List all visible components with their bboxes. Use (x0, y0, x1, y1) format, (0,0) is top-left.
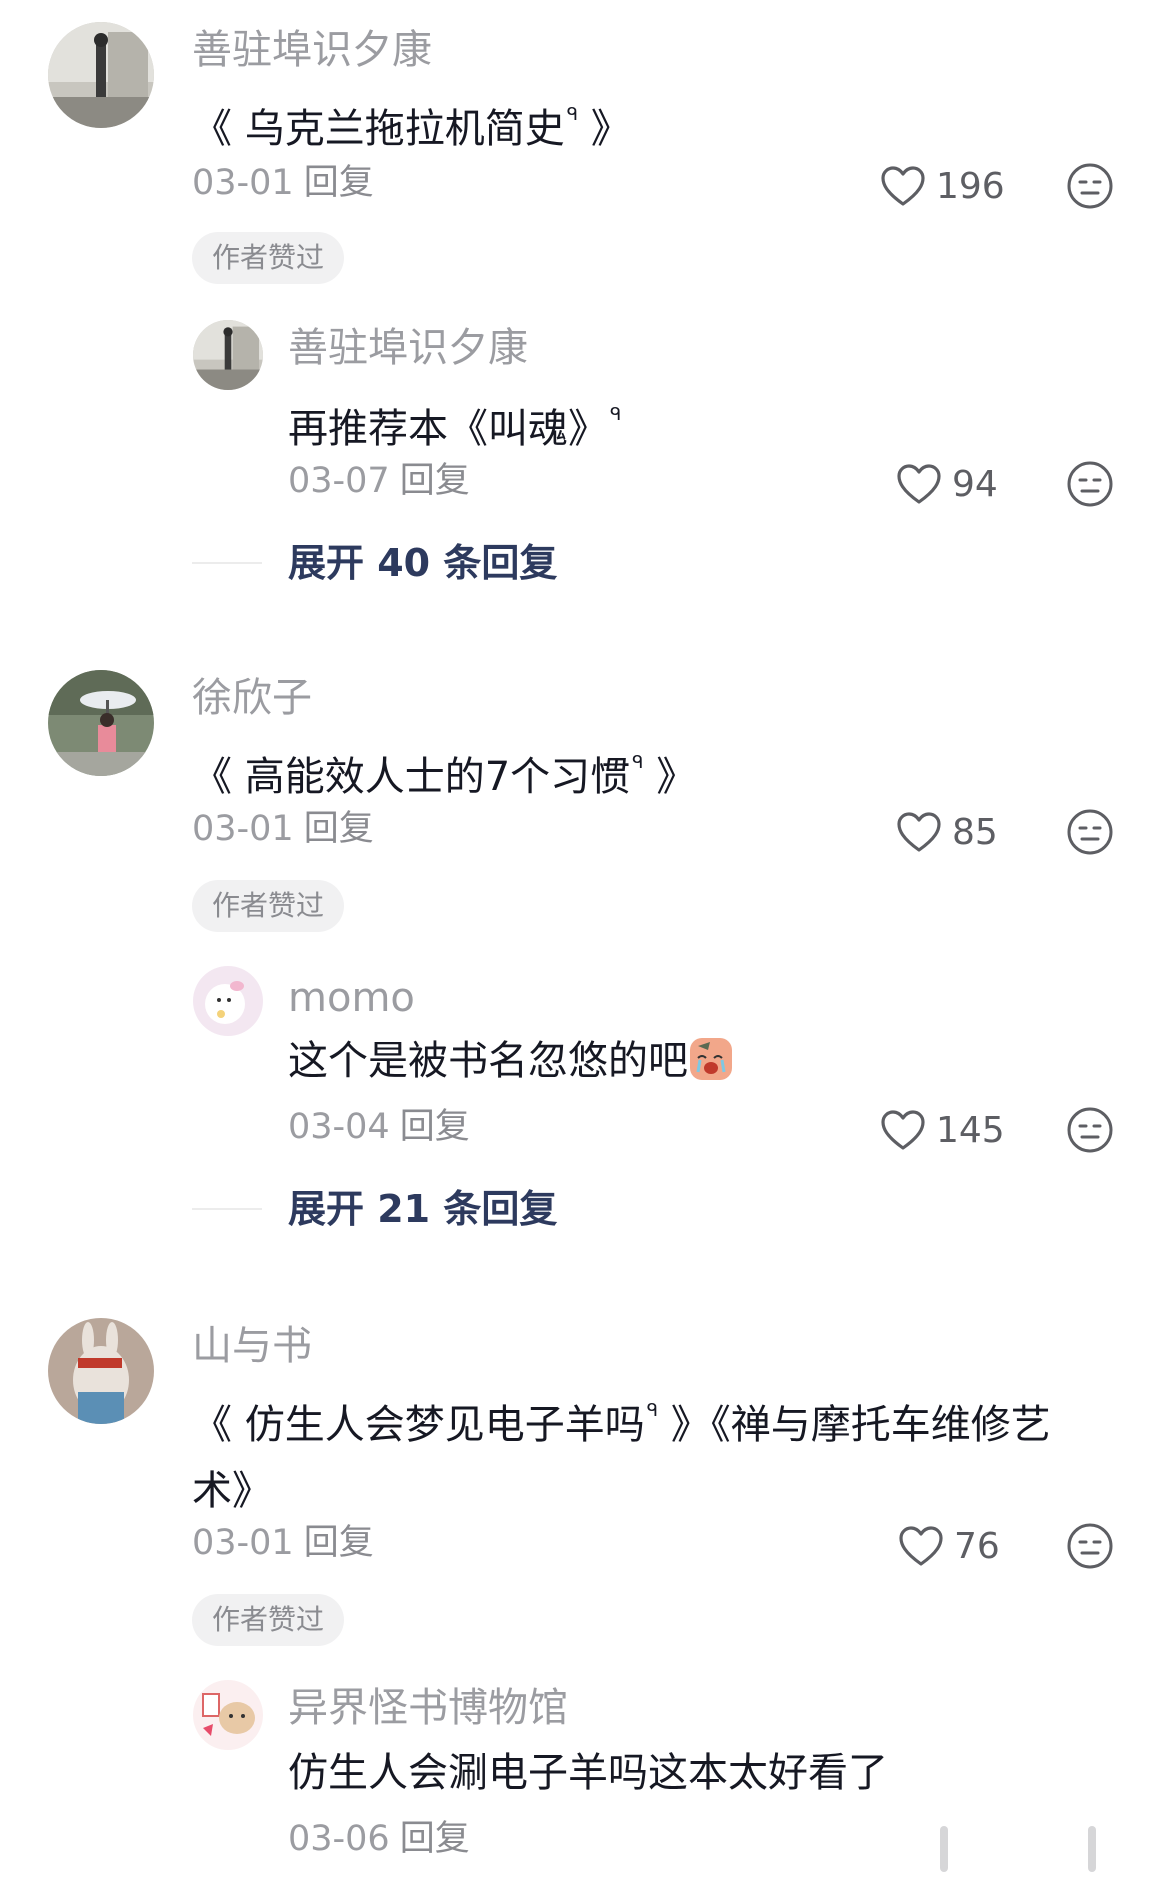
avatar[interactable] (48, 670, 154, 776)
dislike-face-icon (1067, 163, 1113, 209)
like-count: 94 (952, 463, 998, 505)
dislike-button[interactable] (1066, 162, 1114, 214)
dislike-button[interactable] (1066, 808, 1114, 860)
comment-meta: 03-01 回复 (192, 812, 374, 847)
expand-divider (192, 1208, 262, 1210)
reply-button[interactable]: 回复 (400, 1819, 470, 1859)
avatar[interactable] (48, 1318, 154, 1424)
like-count: 145 (936, 1109, 1005, 1151)
search-marker-icon: ᑫ (566, 104, 579, 125)
dislike-button[interactable] (1066, 1106, 1114, 1158)
username[interactable]: 善驻埠识夕康 (192, 30, 432, 70)
comment-meta: 03-01 回复 (192, 1526, 374, 1561)
search-marker-icon: ᑫ (610, 404, 622, 425)
author-liked-badge: 作者赞过 (192, 880, 345, 932)
like-count: 196 (936, 165, 1005, 207)
comment-date: 03-06 (288, 1819, 390, 1859)
comment-text: 《 乌克兰拖拉机简史 ᑫ 》 (192, 104, 631, 152)
scrollbar[interactable] (1088, 1826, 1096, 1872)
dislike-face-icon (1067, 461, 1113, 507)
comment-meta: 03-07 回复 (288, 464, 470, 499)
reply-button[interactable]: 回复 (400, 1107, 470, 1147)
expand-replies-button[interactable]: 展开 21 条回复 (288, 1190, 557, 1228)
reply-button[interactable]: 回复 (400, 461, 470, 501)
book-title-link[interactable]: 《 仿生人会梦见电子羊吗 (192, 1402, 645, 1448)
comment-text: 再推荐本《叫魂》 ᑫ (288, 382, 621, 462)
avatar[interactable] (193, 966, 263, 1036)
book-title-link[interactable]: 《 乌克兰拖拉机简史 (192, 106, 565, 152)
comment-meta: 03-04 回复 (288, 1110, 470, 1145)
like-count: 76 (954, 1525, 1000, 1567)
like-button[interactable]: 94 (896, 456, 998, 512)
reply-button[interactable]: 回复 (304, 163, 374, 203)
heart-outline-icon (899, 1526, 943, 1566)
like-count: 85 (952, 811, 998, 853)
author-liked-badge: 作者赞过 (192, 1594, 345, 1646)
comment-text: 仿生人会涮电子羊吗这本太好看了 (288, 1750, 888, 1796)
heart-outline-icon (881, 1110, 925, 1150)
like-button[interactable]: 76 (898, 1518, 1000, 1574)
expand-replies-button[interactable]: 展开 40 条回复 (288, 544, 557, 582)
comment-meta: 03-06 回复 (288, 1822, 470, 1857)
book-title-link[interactable]: 再推荐本《叫魂》 (288, 406, 608, 452)
avatar[interactable] (193, 320, 263, 390)
reply-button[interactable]: 回复 (304, 809, 374, 849)
dislike-face-icon (1067, 809, 1113, 855)
comment-date: 03-01 (192, 1523, 294, 1563)
book-title-link[interactable]: 《 高能效人士的7个习惯 (192, 754, 630, 800)
username[interactable]: momo (288, 978, 415, 1018)
comment-date: 03-07 (288, 461, 390, 501)
reply-button[interactable]: 回复 (304, 1523, 374, 1563)
comment-date: 03-01 (192, 809, 294, 849)
avatar[interactable] (48, 22, 154, 128)
crying-face-emoji (690, 1038, 732, 1080)
dislike-face-icon (1067, 1107, 1113, 1153)
like-button[interactable]: 145 (880, 1102, 1005, 1158)
scrollbar[interactable] (940, 1826, 948, 1872)
comment-text: 《 仿生人会梦见电子羊吗 ᑫ 》《禅与摩托车维修艺 术》 (192, 1400, 1051, 1514)
like-button[interactable]: 196 (880, 158, 1005, 214)
comment-date: 03-04 (288, 1107, 390, 1147)
comment-meta: 03-01 回复 (192, 166, 374, 201)
avatar[interactable] (193, 1680, 263, 1750)
search-marker-icon: ᑫ (646, 1400, 659, 1421)
heart-outline-icon (897, 812, 941, 852)
username[interactable]: 善驻埠识夕康 (288, 328, 528, 368)
comment-text: 这个是被书名忽悠的吧 (288, 1028, 734, 1094)
expand-divider (192, 562, 262, 564)
dislike-face-icon (1067, 1523, 1113, 1569)
username[interactable]: 异界怪书博物馆 (288, 1688, 568, 1728)
like-button[interactable]: 85 (896, 804, 998, 860)
heart-outline-icon (897, 464, 941, 504)
search-marker-icon: ᑫ (632, 752, 644, 773)
comment-date: 03-01 (192, 163, 294, 203)
username[interactable]: 徐欣子 (192, 678, 312, 718)
comment-text: 《 高能效人士的7个习惯 ᑫ 》 (192, 752, 697, 800)
username[interactable]: 山与书 (192, 1326, 312, 1366)
dislike-button[interactable] (1066, 460, 1114, 512)
dislike-button[interactable] (1066, 1522, 1114, 1574)
heart-outline-icon (881, 166, 925, 206)
author-liked-badge: 作者赞过 (192, 232, 345, 284)
